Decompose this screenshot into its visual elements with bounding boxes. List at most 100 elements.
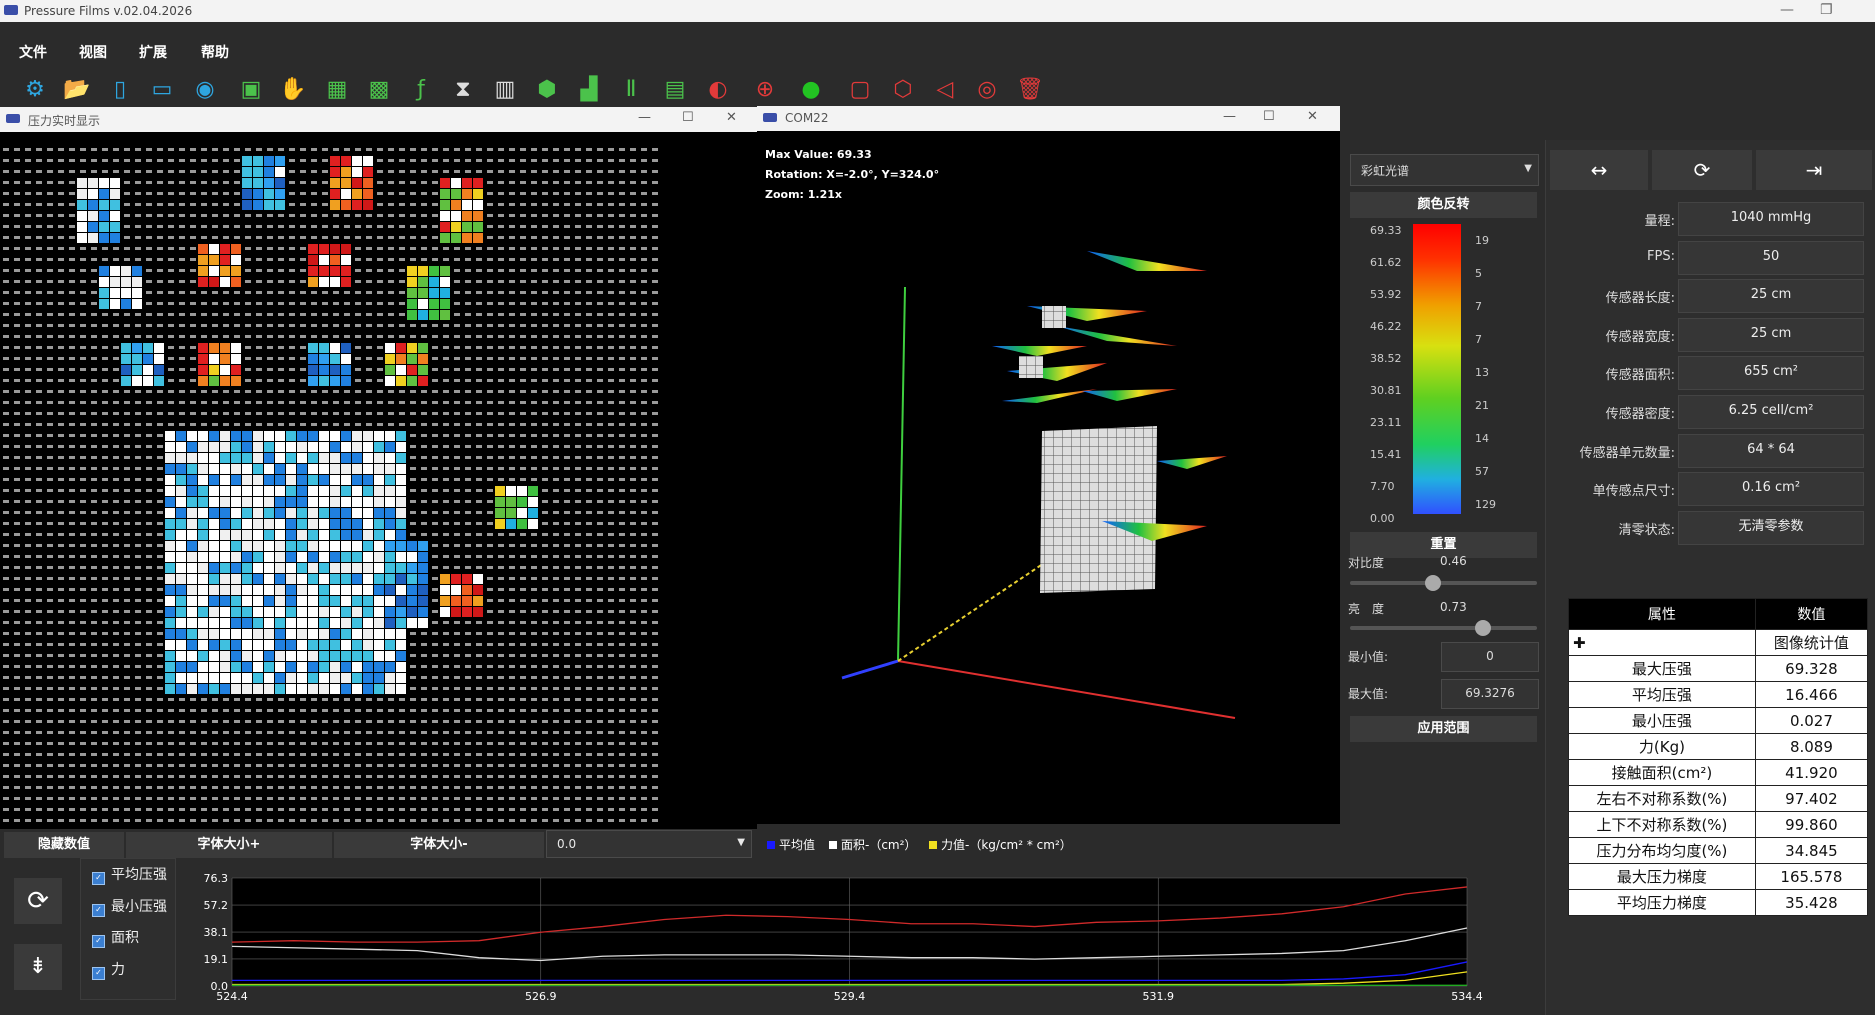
chevron-down-icon: ▼ (1524, 163, 1532, 174)
folder-open-icon[interactable]: 📂 (62, 74, 92, 104)
contrast-slider-handle[interactable] (1425, 575, 1441, 591)
y-tick-label: 19.1 (204, 953, 229, 966)
grid-icon[interactable]: ▦ (322, 74, 352, 104)
stats-header-property: 属性 (1568, 598, 1756, 630)
tools-icon[interactable]: ⚙ (20, 74, 50, 104)
function-icon[interactable]: ƒ (406, 74, 436, 104)
stats-property: 接触面积(cm²) (1568, 759, 1756, 786)
stats-property: 压力分布均匀度(%) (1568, 837, 1756, 864)
book-icon[interactable]: ▥ (490, 74, 520, 104)
trash-icon[interactable]: 🗑 (1015, 74, 1045, 104)
time-series-chart[interactable]: 76.357.238.119.10.0524.4 526.9 529.4 531.9 5… (182, 868, 1532, 1000)
calibrate-icon[interactable]: ▣ (236, 74, 266, 104)
brightness-slider[interactable] (1350, 626, 1537, 630)
palette-value: 彩虹光谱 (1361, 164, 1410, 178)
checkbox-avg-pressure[interactable]: ✓ 平均压强 (92, 864, 167, 885)
table-row: 左右不对称系数(%) 97.402 (1568, 785, 1869, 812)
count-tick-label: 5 (1475, 267, 1482, 280)
expand-icon[interactable]: ✚ (1568, 629, 1756, 656)
document-icon[interactable]: ▯ (105, 74, 135, 104)
max-value-field[interactable]: 69.3276 (1441, 679, 1539, 709)
minimize-icon[interactable]: — (1780, 2, 1794, 18)
color-scale-bar (1413, 224, 1461, 514)
scale-tick-label: 38.52 (1370, 352, 1402, 365)
chart-icon[interactable]: ▟ (574, 74, 604, 104)
apply-range-button[interactable]: 应用范围 (1350, 716, 1537, 742)
expand-horizontal-icon[interactable]: ↔ (1550, 150, 1648, 190)
value-combo[interactable]: 0.0 ▼ (546, 830, 752, 858)
record-icon[interactable]: ● (796, 74, 826, 104)
refresh-icon[interactable]: ⟳ (1652, 150, 1752, 190)
max-label: 最大值: (1348, 687, 1389, 701)
menu-file[interactable]: 文件 (19, 42, 47, 62)
stats-property: 最小压强 (1568, 707, 1756, 734)
collapse-horizontal-icon[interactable]: ⇥ (1756, 150, 1872, 190)
palette-select[interactable]: 彩虹光谱 ▼ (1350, 154, 1539, 186)
checkbox-area[interactable]: ✓ 面积 (92, 927, 139, 948)
crop-icon[interactable]: ▢ (845, 74, 875, 104)
count-tick-label: 14 (1475, 432, 1489, 445)
legend-area: 面积-（cm²） (829, 836, 916, 853)
restore-icon[interactable]: ❐ (1820, 2, 1833, 18)
menu-bar: 文件 视图 扩展 帮助 (0, 34, 1875, 64)
contrast-value: 0.46 (1440, 554, 1467, 568)
polygon-icon[interactable]: ⬡ (888, 74, 918, 104)
ruler-icon[interactable]: Ⅱ (616, 74, 646, 104)
report-icon[interactable]: ▤ (660, 74, 690, 104)
chart-refresh-icon[interactable]: ⟳ (14, 878, 62, 924)
camera-icon[interactable]: ◉ (190, 74, 220, 104)
count-tick-label: 7 (1475, 333, 1482, 346)
close-icon[interactable]: ✕ (726, 110, 737, 125)
chart-collapse-icon[interactable]: ⇟ (14, 944, 62, 990)
grid-dense-icon[interactable]: ▩ (364, 74, 394, 104)
stats-value: 165.578 (1754, 863, 1869, 890)
param-label: 传感器宽度: (1605, 329, 1675, 345)
menu-extend[interactable]: 扩展 (139, 42, 167, 62)
monitor-icon[interactable]: ▭ (147, 74, 177, 104)
brightness-slider-handle[interactable] (1475, 620, 1491, 636)
stats-property: 平均压力梯度 (1568, 889, 1756, 916)
font-size-down-button[interactable]: 字体大小- (334, 832, 544, 858)
lasso-icon[interactable]: ◁ (930, 74, 960, 104)
globe-icon[interactable]: ⊕ (750, 74, 780, 104)
eye-icon[interactable]: ◎ (972, 74, 1002, 104)
invert-color-button[interactable]: 颜色反转 (1350, 192, 1537, 218)
scale-tick-label: 15.41 (1370, 448, 1402, 461)
minimize-icon[interactable]: — (1223, 109, 1236, 124)
table-row: 接触面积(cm²) 41.920 (1568, 759, 1869, 786)
minimize-icon[interactable]: — (638, 110, 651, 125)
stats-value: 34.845 (1754, 837, 1869, 864)
menu-help[interactable]: 帮助 (201, 42, 229, 62)
app-title-bar: Pressure Films v.02.04.2026 — ❐ (0, 0, 1875, 22)
menu-view[interactable]: 视图 (79, 42, 107, 62)
pressure-heatmap[interactable] (0, 145, 670, 829)
maximize-icon[interactable]: ☐ (682, 110, 694, 125)
hourglass-icon[interactable]: ⧗ (448, 74, 478, 104)
target-icon[interactable]: ◐ (703, 74, 733, 104)
x-tick-label: 529.4 (834, 990, 866, 1000)
window-logo-icon (6, 114, 20, 123)
x-tick-label: 524.4 (216, 990, 248, 1000)
stats-property: 上下不对称系数(%) (1568, 811, 1756, 838)
contrast-slider[interactable] (1350, 581, 1537, 585)
hand-icon[interactable]: ✋ (278, 74, 308, 104)
maximize-icon[interactable]: ☐ (1263, 109, 1275, 124)
close-icon[interactable]: ✕ (1307, 109, 1318, 124)
min-value-field[interactable]: 0 (1441, 642, 1539, 672)
param-value: 6.25 cell/cm² (1678, 395, 1864, 429)
param-value: 25 cm (1678, 317, 1864, 352)
value-combo-text: 0.0 (557, 837, 577, 851)
hide-values-button[interactable]: 隐藏数值 (4, 832, 124, 858)
checkbox-force[interactable]: ✓ 力 (92, 959, 125, 980)
param-label: 传感器面积: (1605, 368, 1675, 384)
checkbox-min-pressure[interactable]: ✓ 最小压强 (92, 896, 167, 917)
param-label: 传感器长度: (1605, 291, 1675, 307)
param-value: 655 cm² (1678, 356, 1864, 391)
font-size-up-button[interactable]: 字体大小+ (126, 832, 332, 858)
stats-property: 左右不对称系数(%) (1568, 785, 1756, 812)
y-axis-line (897, 286, 906, 662)
3d-view[interactable]: Max Value: 69.33 Rotation: X=-2.0°, Y=32… (757, 131, 1340, 824)
cube-icon[interactable]: ⬢ (532, 74, 562, 104)
stats-property: 最大压强 (1568, 655, 1756, 682)
count-tick-label: 129 (1475, 498, 1496, 511)
